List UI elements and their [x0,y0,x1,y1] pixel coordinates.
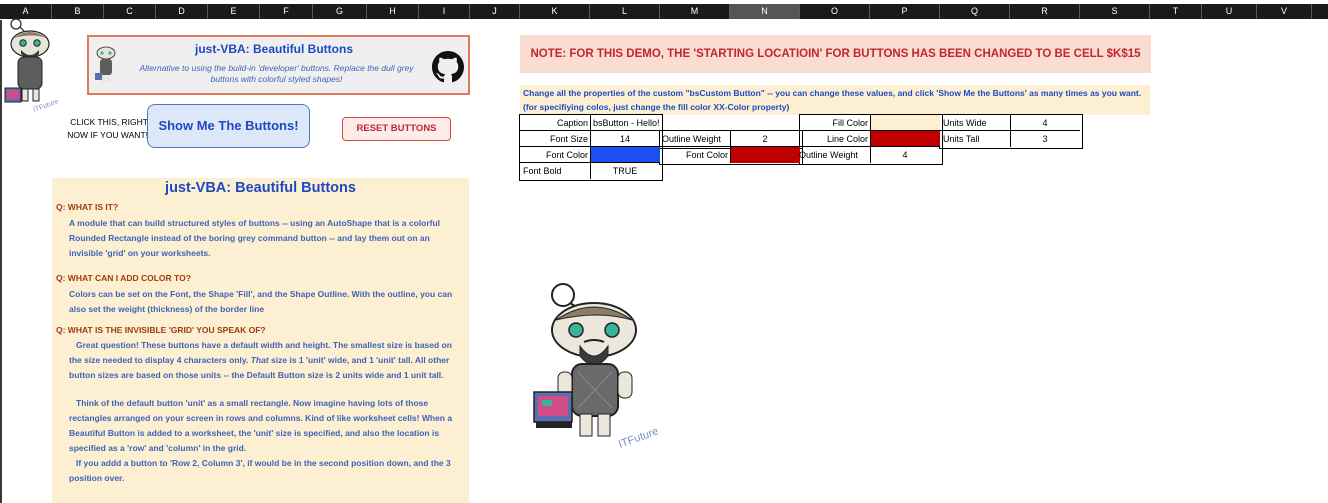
title-card-heading: just-VBA: Beautiful Buttons [195,42,353,56]
grid-line [520,130,660,131]
units-tall-label: Units Tall [943,134,980,144]
faq-answer-3-paragraph-2: Think of the default button 'unit' as a … [69,398,453,453]
faq-panel: just-VBA: Beautiful Buttons Q: WHAT IS I… [52,178,469,503]
outline-weight-2-value-cell[interactable]: 4 [871,147,939,163]
grid-line [520,146,660,147]
grid-line [730,130,731,163]
caption-value-cell[interactable]: bsButton - Hello! [591,115,791,131]
faq-answer-1: A module that can build structured style… [69,218,441,258]
grid-line [800,130,940,131]
fill-color-label: Fill Color [832,118,868,128]
font-size-value-cell[interactable]: 14 [591,131,659,147]
show-me-the-buttons-button[interactable]: Show Me The Buttons! [147,104,310,148]
title-card-subtitle: Alternative to using the build-in 'devel… [139,63,414,84]
grid-line [520,162,660,163]
outline-weight-2-label: Outline Weight [799,150,858,160]
column-header-m[interactable]: M [660,4,730,19]
column-header-i[interactable]: I [419,4,470,19]
column-header-r[interactable]: R [1010,4,1080,19]
faq-answer-3-paragraph-1: Great question! These buttons have a def… [69,340,452,380]
font-color-label: Font Color [545,150,588,160]
grid-line [940,130,1080,131]
reset-buttons-button[interactable]: RESET BUTTONS [342,117,451,141]
font-bold-value-cell[interactable]: TRUE [591,163,659,179]
column-header-k[interactable]: K [520,4,590,19]
column-header-s[interactable]: S [1080,4,1150,19]
grid-line [590,115,591,179]
click-note: CLICK THIS, RIGHT NOW IF YOU WANT! [67,117,148,140]
change-instructions: Change all the properties of the custom … [520,85,1150,115]
faq-question-3: Q: WHAT IS THE INVISIBLE 'GRID' YOU SPEA… [56,325,266,335]
column-header-p[interactable]: P [870,4,940,19]
font-size-label: Font Size [549,134,588,144]
column-header-e[interactable]: E [208,4,260,19]
outline-weight-label: Outline Weight [662,134,721,144]
column-header-h[interactable]: H [367,4,419,19]
column-header-g[interactable]: G [313,4,367,19]
grid-line [800,146,940,147]
units-wide-value-cell[interactable]: 4 [1011,115,1079,131]
font-color-2-label: Font Color [685,150,728,160]
github-icon[interactable] [432,51,464,88]
faq-answer-2: Colors can be set on the Font, the Shape… [69,289,453,314]
column-header-d[interactable]: D [156,4,208,19]
demo-note: NOTE: FOR THIS DEMO, THE 'STARTING LOCAT… [520,35,1151,73]
column-header-o[interactable]: O [800,4,870,19]
line-color-label: Line Color [826,134,868,144]
line-color-swatch-cell[interactable] [871,131,940,147]
column-header-c[interactable]: C [104,4,156,19]
grid-line [870,115,871,163]
column-header-f[interactable]: F [260,4,313,19]
mascot-large-image: ITFuture [528,280,664,450]
column-header-l[interactable]: L [590,4,660,19]
column-header-j[interactable]: J [470,4,520,19]
column-header-n[interactable]: N [730,4,800,19]
units-tall-value-cell[interactable]: 3 [1011,131,1079,147]
font-color-2-swatch-cell[interactable] [731,147,800,163]
column-header-v[interactable]: V [1257,4,1312,19]
faq-title: just-VBA: Beautiful Buttons [165,180,356,196]
font-color-swatch-cell[interactable] [591,147,660,163]
faq-answer-3-paragraph-3: If you addd a button to 'Row 2, Column 3… [69,458,451,483]
mascot-small-image: ITFuture [2,16,64,118]
font-bold-label: Font Bold [523,166,562,176]
outline-weight-value-cell[interactable]: 2 [731,131,799,147]
faq-question-1: Q: WHAT IS IT? [56,202,119,212]
caption-label: Caption [556,118,588,128]
mascot-large-label: ITFuture [617,425,660,450]
units-wide-label: Units Wide [943,118,987,128]
grid-line [1010,115,1011,147]
mascot-tiny-image [93,41,119,89]
column-header-t[interactable]: T [1150,4,1202,19]
column-header-u[interactable]: U [1202,4,1257,19]
column-header-q[interactable]: Q [940,4,1010,19]
title-card: just-VBA: Beautiful Buttons Alternative … [87,35,470,95]
column-header-bar: A B C D E F G H I J K L M N O P Q R S T … [0,0,1328,20]
fill-color-swatch-cell[interactable] [871,115,940,131]
faq-question-2: Q: WHAT CAN I ADD COLOR TO? [56,273,191,283]
